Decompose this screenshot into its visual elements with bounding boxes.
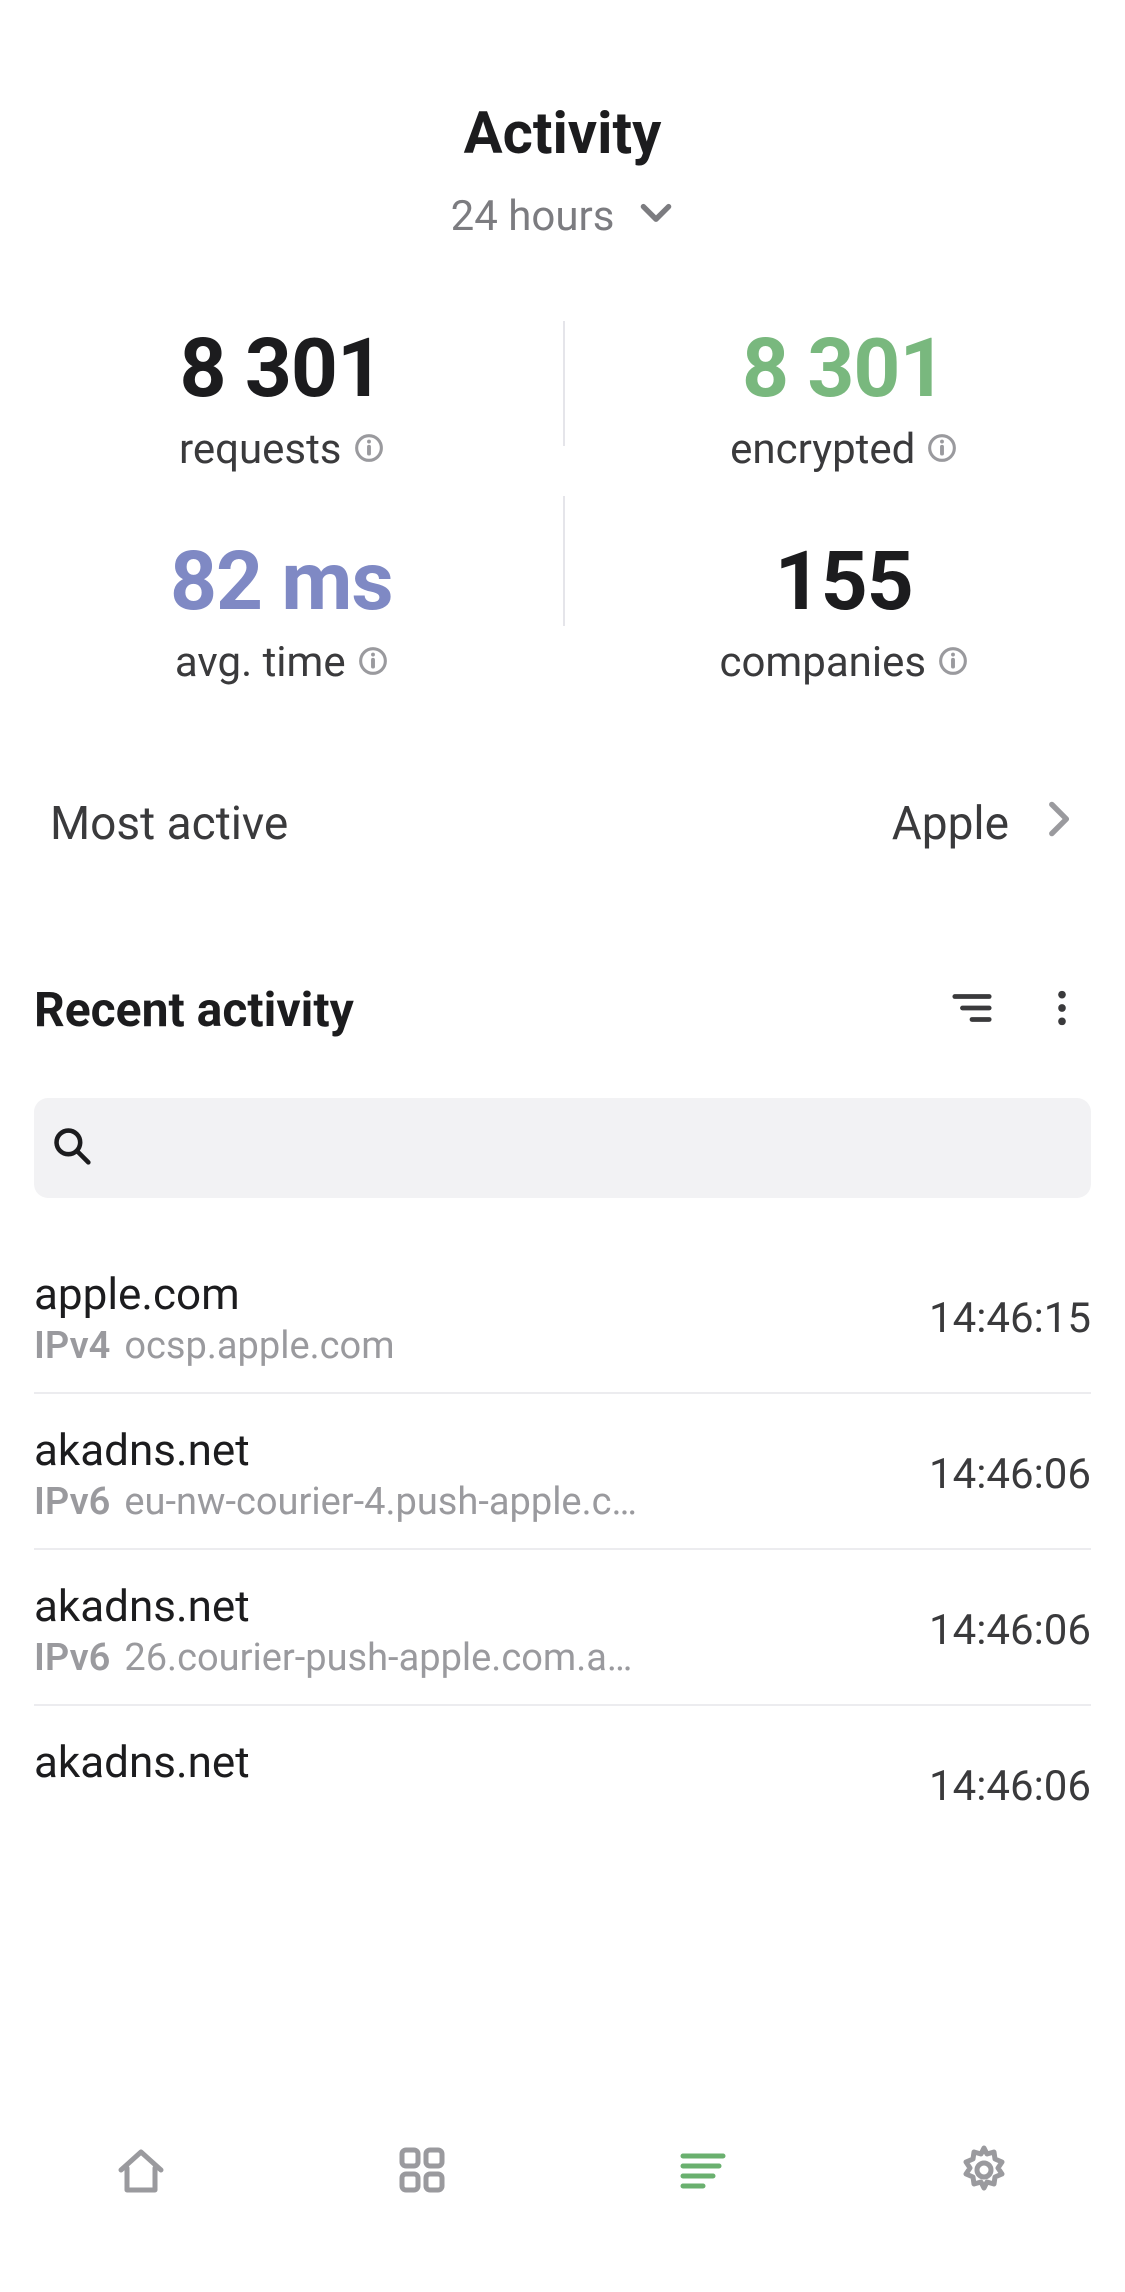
list-item-host: eu-nw-courier-4.push-apple.com.... [124,1480,644,1524]
list-item-time: 14:46:15 [899,1294,1091,1343]
tab-settings[interactable] [949,2137,1019,2207]
stat-avg-time-label: avg. time [175,638,346,687]
info-icon[interactable] [927,425,957,474]
list-item-time: 14:46:06 [899,1606,1091,1655]
grid-icon [394,2142,450,2202]
home-icon [113,2142,169,2202]
list-item-time: 14:46:06 [899,1762,1091,1811]
most-active-row[interactable]: Most active Apple [0,797,1125,851]
stat-avg-time[interactable]: 82 ms avg. time [0,534,563,687]
stat-encrypted-label: encrypted [730,425,915,474]
list-item-host: 26.courier-push-apple.com.akadn... [124,1636,644,1680]
list-item-domain: apple.com [34,1268,899,1320]
time-range-selector[interactable]: 24 hours [451,192,675,241]
stat-companies-label: companies [719,638,926,687]
tab-bar [0,2092,1125,2292]
list-item[interactable]: akadns.net IPv6 eu-nw-courier-4.push-app… [34,1394,1091,1550]
list-item-proto: IPv6 [34,1636,110,1680]
stat-avg-time-value: 82 ms [170,534,393,630]
list-item[interactable]: apple.com IPv4 ocsp.apple.com 14:46:15 [34,1248,1091,1394]
search-input[interactable] [92,1126,1073,1171]
list-item-domain: akadns.net [34,1424,899,1476]
list-item-time: 14:46:06 [899,1450,1091,1499]
search-box[interactable] [34,1098,1091,1198]
list-item-domain: akadns.net [34,1736,899,1788]
list-item-proto: IPv6 [34,1792,110,1836]
info-icon[interactable] [354,425,384,474]
list-item-domain: akadns.net [34,1580,899,1632]
stat-encrypted[interactable]: 8 301 encrypted [563,321,1125,474]
list-item-proto: IPv6 [34,1480,110,1524]
stat-requests-label: requests [179,425,342,474]
info-icon[interactable] [358,638,388,687]
chevron-down-icon [638,192,674,241]
stat-requests-value: 8 301 [179,321,383,417]
tab-activity[interactable] [668,2137,738,2207]
recent-activity-title: Recent activity [34,981,354,1038]
activity-icon [675,2142,731,2202]
search-icon [52,1126,92,1170]
stat-requests[interactable]: 8 301 requests [0,321,563,474]
most-active-value: Apple [892,797,1009,851]
time-range-label: 24 hours [451,192,615,241]
stat-companies[interactable]: 155 companies [563,534,1125,687]
more-icon[interactable] [1041,987,1083,1033]
gear-icon [956,2142,1012,2202]
filter-icon[interactable] [951,987,993,1033]
activity-list: apple.com IPv4 ocsp.apple.com 14:46:15 a… [34,1248,1091,1860]
list-item-host: ocsp.apple.com [124,1324,394,1368]
info-icon[interactable] [938,638,968,687]
list-item[interactable]: akadns.net IPv6 14:46:06 [34,1706,1091,1860]
stat-companies-value: 155 [775,534,913,630]
list-item[interactable]: akadns.net IPv6 26.courier-push-apple.co… [34,1550,1091,1706]
list-item-proto: IPv4 [34,1324,110,1368]
tab-home[interactable] [106,2137,176,2207]
page-title: Activity [0,100,1125,168]
stats-grid: 8 301 requests 8 301 encrypted 82 ms avg… [0,321,1125,687]
chevron-right-icon [1045,797,1075,851]
stat-encrypted-value: 8 301 [742,321,946,417]
tab-apps[interactable] [387,2137,457,2207]
most-active-label: Most active [50,797,288,851]
